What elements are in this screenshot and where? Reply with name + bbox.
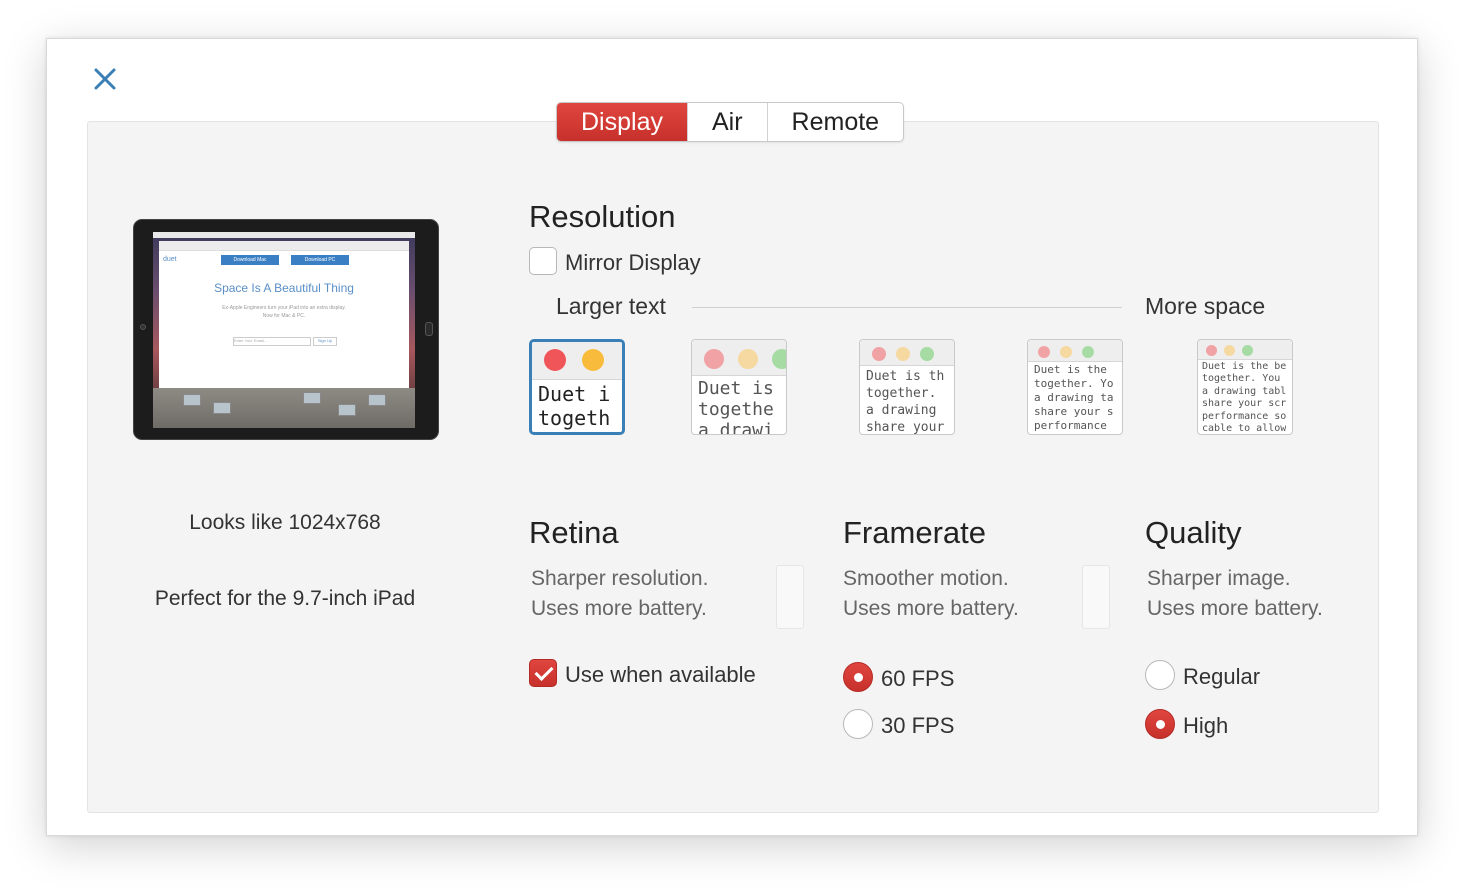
close-dot-icon [704, 349, 724, 369]
resolution-option-3[interactable]: Duet is th together. a drawing share you… [859, 339, 955, 435]
close-icon[interactable] [91, 65, 119, 93]
preview-brand: duet [163, 256, 177, 263]
fps-30-radio[interactable] [843, 709, 873, 739]
preview-browser: duet Download Mac Download PC Space Is A… [159, 241, 409, 391]
quality-description: Sharper image. Uses more battery. [1147, 564, 1323, 624]
fps-60-radio[interactable] [843, 662, 873, 692]
resolution-option-1-text: Duet i togeth [538, 382, 611, 430]
preview-subline-2: Now for Mac & PC. [262, 313, 306, 319]
resolution-option-5[interactable]: Duet is the be together. You a drawing t… [1197, 339, 1293, 435]
quality-high-label[interactable]: High [1183, 713, 1228, 739]
preferences-window: Display Air Remote duet Download Mac Dow… [46, 38, 1418, 836]
resolution-title: Resolution [529, 199, 676, 234]
resolution-option-5-text: Duet is the be together. You a drawing t… [1202, 361, 1287, 435]
tab-air[interactable]: Air [688, 103, 768, 141]
framerate-desc-line-2: Uses more battery. [843, 597, 1019, 620]
framerate-description: Smoother motion. Uses more battery. [843, 564, 1019, 624]
retina-description: Sharper resolution. Uses more battery. [531, 564, 708, 624]
quality-desc-line-1: Sharper image. [1147, 567, 1291, 590]
framerate-title: Framerate [843, 515, 986, 550]
minimize-dot-icon [1224, 345, 1235, 356]
minimize-dot-icon [582, 349, 604, 371]
minimize-dot-icon [738, 349, 758, 369]
quality-desc-line-2: Uses more battery. [1147, 597, 1323, 620]
scale-line [692, 307, 1122, 308]
looks-like-text: Looks like 1024x768 [189, 511, 381, 534]
close-dot-icon [872, 347, 886, 361]
ipad-camera [140, 324, 146, 330]
preview-signup: Sign Up [313, 337, 337, 346]
preview-headline: Space Is A Beautiful Thing [214, 281, 354, 295]
preview-subline-1: Ex-Apple Engineers turn your iPad into a… [222, 305, 346, 311]
ipad-screen: duet Download Mac Download PC Space Is A… [153, 232, 415, 428]
preview-browser-chrome [159, 241, 409, 251]
close-dot-icon [1038, 346, 1050, 358]
tab-bar: Display Air Remote [556, 102, 905, 142]
section-divider [1082, 565, 1110, 629]
larger-text-label: Larger text [556, 293, 666, 319]
fps-60-label[interactable]: 60 FPS [881, 666, 954, 692]
fps-30-label[interactable]: 30 FPS [881, 713, 954, 739]
retina-desc-line-2: Uses more battery. [531, 597, 707, 620]
zoom-dot-icon [772, 349, 786, 369]
preview-photo-wall [153, 388, 415, 428]
mirror-display-label[interactable]: Mirror Display [565, 250, 701, 276]
more-space-label: More space [1145, 293, 1266, 319]
preview-subline: Ex-Apple Engineers turn your iPad into a… [159, 304, 409, 320]
quality-regular-radio[interactable] [1145, 660, 1175, 690]
quality-regular-label[interactable]: Regular [1183, 664, 1260, 690]
resolution-option-2[interactable]: Duet is togethe a drawi [691, 339, 787, 435]
retina-desc-line-1: Sharper resolution. [531, 567, 709, 590]
tab-display[interactable]: Display [557, 103, 688, 141]
use-when-available-checkbox[interactable] [529, 659, 557, 687]
retina-title: Retina [529, 515, 619, 550]
resolution-option-4-text: Duet is the together. Yo a drawing ta sh… [1034, 363, 1114, 432]
ipad-preview: duet Download Mac Download PC Space Is A… [133, 219, 439, 440]
tab-remote[interactable]: Remote [768, 103, 904, 141]
preview-email-field: Enter Your Email... [233, 337, 311, 346]
quality-title: Quality [1145, 515, 1242, 550]
close-dot-icon [544, 349, 566, 371]
resolution-option-1[interactable]: Duet i togeth [529, 339, 625, 435]
close-dot-icon [1206, 345, 1217, 356]
preview-download-mac: Download Mac [221, 255, 279, 265]
preview-menubar [153, 232, 415, 238]
zoom-dot-icon [1242, 345, 1253, 356]
preview-download-pc: Download PC [291, 255, 349, 265]
mirror-display-checkbox[interactable] [529, 247, 557, 275]
resolution-option-3-text: Duet is th together. a drawing share you… [866, 369, 945, 435]
quality-high-radio[interactable] [1145, 709, 1175, 739]
use-when-available-label[interactable]: Use when available [565, 662, 756, 688]
minimize-dot-icon [1060, 346, 1072, 358]
ipad-home-button [425, 322, 433, 336]
minimize-dot-icon [896, 347, 910, 361]
perfect-for-text: Perfect for the 9.7-inch iPad [154, 587, 416, 610]
zoom-dot-icon [920, 347, 934, 361]
zoom-dot-icon [1082, 346, 1094, 358]
resolution-option-4[interactable]: Duet is the together. Yo a drawing ta sh… [1027, 339, 1123, 435]
resolution-option-2-text: Duet is togethe a drawi [698, 378, 774, 435]
section-divider [776, 565, 804, 629]
framerate-desc-line-1: Smoother motion. [843, 567, 1009, 590]
